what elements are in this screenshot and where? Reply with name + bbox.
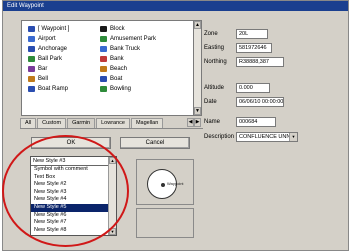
property-field-northing[interactable]: R38888,387 (236, 57, 284, 67)
icon-list-item[interactable]: [ Waypoint ] (28, 24, 69, 34)
icon-list-item[interactable]: Bar (28, 64, 69, 74)
icon-list-item-label: Boat (110, 76, 123, 82)
waypoint-symbol-icon (28, 26, 35, 32)
property-value: 000684 (239, 119, 258, 125)
scroll-up-arrow-icon[interactable]: ▲ (194, 21, 201, 29)
waypoint-symbol-icon (28, 66, 35, 72)
property-field-name[interactable]: 000684 (236, 117, 276, 127)
icon-list-item[interactable]: Beach (100, 64, 156, 74)
preview-secondary-box (136, 208, 194, 238)
tab-all[interactable]: All (20, 118, 37, 128)
tab-scroll-right-icon[interactable]: ▶ (194, 118, 201, 127)
waypoint-symbol-icon (28, 46, 35, 52)
waypoint-symbol-icon (28, 36, 35, 42)
preview-circle: Waypoint (147, 169, 184, 199)
icon-list-item-label: Bell (38, 76, 49, 82)
property-label: Date (204, 99, 217, 105)
icon-list-item-label: [ Waypoint ] (38, 26, 70, 32)
icon-list-item[interactable]: Amusement Park (100, 34, 156, 44)
icon-list-item[interactable]: Airport (28, 34, 69, 44)
waypoint-symbol-icon (100, 76, 107, 82)
waypoint-symbol-icon (100, 66, 107, 72)
waypoint-symbol-icon (28, 86, 35, 92)
tab-custom[interactable]: Custom (37, 118, 67, 128)
waypoint-symbol-icon (100, 86, 107, 92)
cancel-button[interactable]: Cancel (120, 137, 190, 149)
icon-list-item-label: Bar (38, 66, 48, 72)
icon-list-item[interactable]: Block (100, 24, 156, 34)
tab-magellan[interactable]: Magellan (130, 118, 164, 128)
icon-list-scrollbar[interactable]: ▲ ▼ (193, 20, 202, 116)
icon-list-item-label: Beach (110, 66, 128, 72)
icon-list-left-column: [ Waypoint ] Airport Anchorage Ball Park Bar… (28, 24, 69, 94)
waypoint-symbol-icon (100, 56, 107, 62)
tab-scroll-buttons: ◀ ▶ (187, 118, 201, 127)
icon-list-item-label: Ball Park (38, 56, 63, 62)
icon-list-item[interactable]: Boat Ramp (28, 84, 69, 94)
property-field-date[interactable]: 06/06/10 00:00:00 (236, 97, 284, 107)
waypoint-symbol-icon (28, 56, 35, 62)
tab-divider (20, 128, 203, 129)
property-label: Description (204, 134, 235, 140)
icon-list-item[interactable]: Bowling (100, 84, 156, 94)
icon-list-item-label: Amusement Park (110, 36, 157, 42)
preview-label: Waypoint (167, 181, 184, 186)
property-label: Altitude (204, 85, 225, 91)
waypoint-symbol-icon (100, 46, 107, 52)
icon-list-item-label: Airport (38, 36, 56, 42)
icon-list-item-label: Bank (110, 56, 124, 62)
icon-list-item-label: Bowling (110, 86, 132, 92)
property-label: Northing (204, 59, 227, 65)
tab-scroll-left-icon[interactable]: ◀ (187, 118, 194, 127)
icon-list-right-column: Block Amusement Park Bank Truck Bank Beach Bo… (100, 24, 156, 94)
property-field-description[interactable]: CONFLUENCE UNNAMED CREEK 11▼ (236, 132, 298, 142)
dropdown-arrow-icon[interactable]: ▼ (289, 133, 297, 141)
waypoint-symbol-icon (100, 36, 107, 42)
property-field-altitude[interactable]: 0.000 (236, 83, 270, 93)
property-value: R38888,387 (239, 59, 269, 65)
property-field-zone[interactable]: 20L (236, 29, 268, 39)
waypoint-symbol-icon (100, 26, 107, 32)
property-label: Easting (204, 45, 225, 51)
icon-list-item[interactable]: Bank Truck (100, 44, 156, 54)
waypoint-symbol-icon (28, 76, 35, 82)
icon-list-item[interactable]: Bank (100, 54, 156, 64)
icon-list-item[interactable]: Bell (28, 74, 69, 84)
icon-list-item-label: Boat Ramp (38, 86, 69, 92)
tab-lowrance[interactable]: Lowrance (96, 118, 130, 128)
icon-list-item[interactable]: Boat (100, 74, 156, 84)
red-highlight-circle (2, 135, 129, 247)
icon-list-item-label: Block (110, 26, 125, 32)
icon-category-tabs: All Custom Garmin Lowrance Magellan (20, 118, 164, 128)
property-value: 0.000 (239, 85, 253, 91)
icon-list-item[interactable]: Anchorage (28, 44, 69, 54)
waypoint-dot-icon (161, 183, 165, 187)
property-value: 06/06/10 00:00:00 (239, 99, 284, 105)
window-title: Edit Waypoint (3, 1, 348, 11)
icon-list-item-label: Anchorage (38, 46, 68, 52)
property-value: 581972646 (239, 45, 267, 51)
icon-list-item-label: Bank Truck (110, 46, 141, 52)
waypoint-icon-list[interactable]: [ Waypoint ] Airport Anchorage Ball Park Bar… (21, 20, 193, 116)
property-value: 20L (239, 31, 249, 37)
property-label: Name (204, 119, 221, 125)
icon-list-item[interactable]: Ball Park (28, 54, 69, 64)
tab-garmin[interactable]: Garmin (67, 118, 96, 128)
property-label: Zone (204, 31, 218, 37)
scroll-down-arrow-icon[interactable]: ▼ (194, 107, 201, 115)
style-preview: Waypoint (136, 159, 194, 205)
property-field-easting[interactable]: 581972646 (236, 43, 272, 53)
